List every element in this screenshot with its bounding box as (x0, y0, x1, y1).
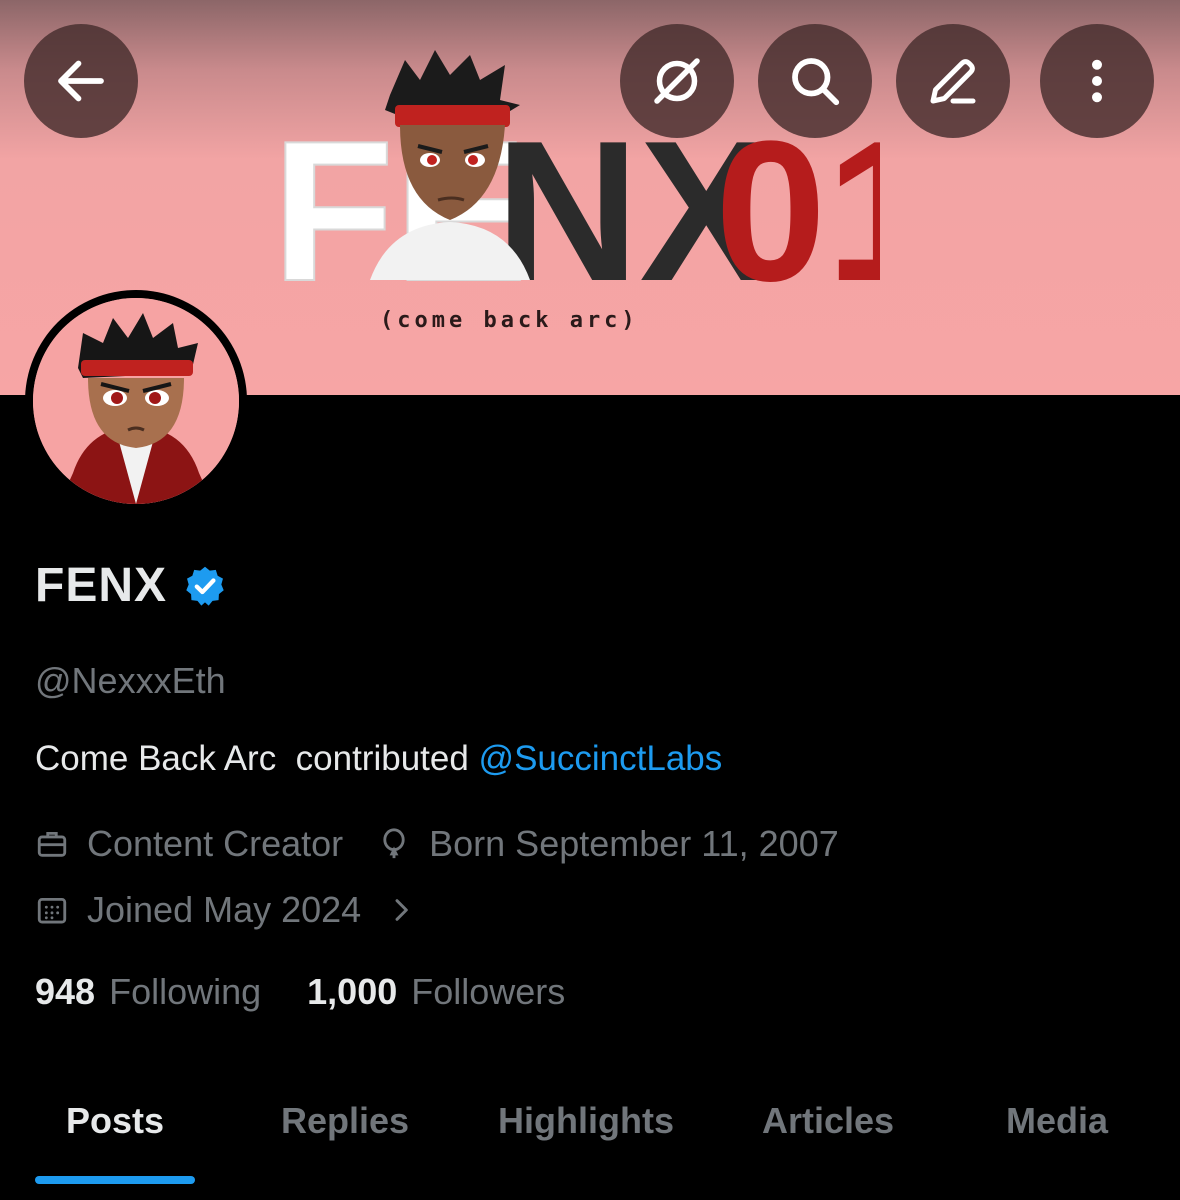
active-tab-indicator (35, 1176, 195, 1184)
balloon-icon (383, 828, 405, 859)
profile-meta-row: Content Creator Born September 11, 2007 (35, 823, 873, 865)
category-label: Content Creator (87, 823, 344, 864)
joined-item: Joined May 2024 (35, 889, 361, 931)
followers-label: Followers (411, 971, 566, 1012)
followers-link[interactable]: 1,000 Followers (307, 971, 565, 1013)
chevron-right-icon[interactable] (385, 894, 417, 926)
back-button[interactable] (24, 24, 138, 138)
tab-media[interactable]: Media (1006, 1100, 1108, 1142)
tab-posts[interactable]: Posts (66, 1100, 164, 1142)
avatar-character-illustration (33, 298, 239, 504)
banner-subtitle: (come back arc) (380, 308, 639, 333)
profile-handle: @NexxxEth (35, 660, 226, 701)
more-button[interactable] (1040, 24, 1154, 138)
avatar[interactable] (25, 290, 247, 512)
follow-stats: 948 Following 1,000 Followers (35, 971, 611, 1013)
followers-count: 1,000 (307, 971, 398, 1012)
tab-articles[interactable]: Articles (762, 1100, 894, 1142)
more-vertical-icon (1092, 59, 1102, 103)
edit-icon (930, 59, 976, 104)
grok-button[interactable] (620, 24, 734, 138)
edit-button[interactable] (896, 24, 1010, 138)
following-link[interactable]: 948 Following (35, 971, 261, 1013)
tab-highlights[interactable]: Highlights (498, 1100, 674, 1142)
tab-replies[interactable]: Replies (281, 1100, 409, 1142)
following-count: 948 (35, 971, 96, 1012)
search-icon (792, 58, 840, 106)
category-item: Content Creator (35, 823, 343, 865)
bio-mention-link[interactable]: @SuccinctLabs (479, 739, 723, 778)
verified-badge-icon[interactable] (183, 564, 227, 608)
briefcase-icon (37, 831, 67, 857)
birthday-label: Born September 11, 2007 (429, 823, 839, 864)
following-label: Following (109, 971, 262, 1012)
joined-row[interactable]: Joined May 2024 (35, 889, 417, 931)
calendar-icon (37, 897, 67, 924)
search-button[interactable] (758, 24, 872, 138)
joined-label: Joined May 2024 (87, 889, 362, 930)
bio-text: Come Back Arc contributed (35, 739, 479, 778)
back-arrow-icon (58, 60, 104, 102)
birthday-item: Born September 11, 2007 (377, 823, 839, 865)
profile-tabs: Posts Replies Highlights Articles Media (0, 1070, 1180, 1200)
profile-name-row: FENX (35, 558, 227, 613)
grok-icon (654, 58, 700, 104)
profile-bio: Come Back Arc contributed @SuccinctLabs (35, 739, 722, 779)
display-name: FENX (35, 559, 168, 612)
